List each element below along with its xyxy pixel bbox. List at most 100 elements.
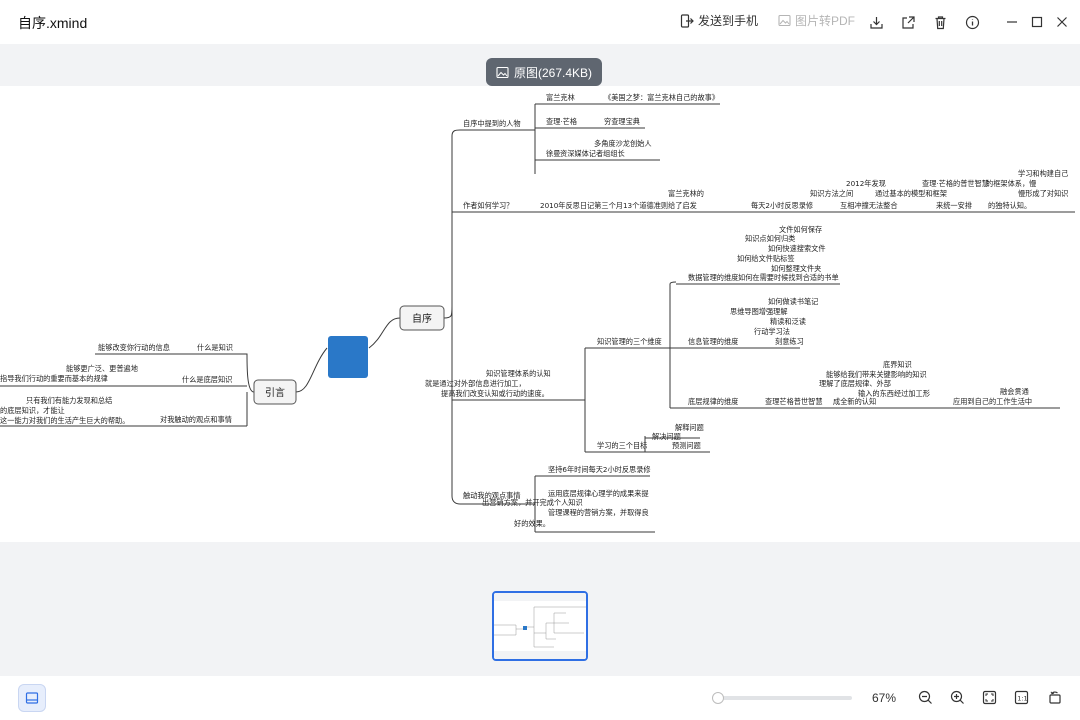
svg-text:富兰克林: 富兰克林	[546, 93, 575, 102]
svg-text:通过基本的模型和框架: 通过基本的模型和框架	[875, 189, 947, 198]
svg-text:查理·芒格: 查理·芒格	[546, 117, 578, 126]
fit-screen-icon	[982, 690, 996, 704]
svg-text:自序中提到的人物: 自序中提到的人物	[463, 119, 521, 128]
svg-text:学习的三个目标: 学习的三个目标	[597, 441, 647, 450]
info-button[interactable]	[962, 12, 982, 32]
download-icon	[869, 16, 883, 29]
svg-text:这一能力对我们的生活产生巨大的帮助。: 这一能力对我们的生活产生巨大的帮助。	[0, 416, 129, 425]
svg-text:知识管理的三个维度: 知识管理的三个维度	[597, 337, 662, 346]
bottom-bar: 67% 1:1	[0, 676, 1080, 720]
original-image-label: 原图(267.4KB)	[514, 65, 593, 80]
zoom-in-button[interactable]	[948, 688, 966, 706]
actual-size-button[interactable]: 1:1	[1012, 688, 1030, 706]
svg-text:来统一安排: 来统一安排	[936, 201, 972, 210]
svg-text:解释问题: 解释问题	[675, 423, 704, 432]
svg-text:就是通过对外部信息进行加工，: 就是通过对外部信息进行加工，	[425, 379, 526, 388]
minimize-button[interactable]	[1002, 12, 1022, 32]
center-image-node	[328, 336, 368, 378]
minimize-icon	[1007, 21, 1017, 23]
svg-text:如何给文件贴标签: 如何给文件贴标签	[737, 254, 795, 263]
maximize-button[interactable]	[1027, 12, 1047, 32]
delete-button[interactable]	[930, 12, 950, 32]
svg-text:应用到自己的工作生活中: 应用到自己的工作生活中	[953, 397, 1032, 406]
original-image-button[interactable]: 原图(267.4KB)	[486, 58, 603, 86]
send-to-phone-button[interactable]: 发送到手机	[680, 12, 758, 29]
trash-icon	[935, 15, 945, 29]
svg-text:知识方法之间: 知识方法之间	[810, 189, 853, 198]
svg-text:底界知识: 底界知识	[883, 360, 912, 369]
svg-text:能够改变你行动的信息: 能够改变你行动的信息	[98, 343, 170, 352]
thumbnail-panel-toggle-button[interactable]	[18, 684, 46, 712]
thumbnail-navigator[interactable]	[492, 591, 588, 661]
svg-text:指导我们行动的重要而基本的规律: 指导我们行动的重要而基本的规律	[0, 374, 108, 383]
thumbnail-image	[494, 593, 586, 659]
svg-text:穷查理宝典: 穷查理宝典	[604, 117, 640, 126]
svg-text:的独特认知。: 的独特认知。	[988, 201, 1031, 210]
svg-text:多角度沙龙创始人: 多角度沙龙创始人	[594, 139, 652, 148]
svg-text:的底层知识，才能让: 的底层知识，才能让	[0, 406, 65, 415]
svg-text:查理·芒格的普世智慧: 查理·芒格的普世智慧	[922, 179, 989, 188]
central-topic-text: 自序	[412, 312, 432, 325]
rotate-button[interactable]	[1046, 688, 1064, 706]
svg-text:如何在需要时候找到合适的书单: 如何在需要时候找到合适的书单	[738, 273, 839, 282]
zoom-out-button[interactable]	[916, 688, 934, 706]
svg-text:刻意练习: 刻意练习	[775, 337, 804, 346]
zoom-slider[interactable]	[711, 692, 852, 704]
svg-text:什么是知识: 什么是知识	[197, 343, 233, 352]
window-title: 自序.xmind	[18, 15, 88, 31]
zoom-out-icon	[918, 690, 932, 704]
svg-text:每天2小时反思录修: 每天2小时反思录修	[751, 201, 813, 210]
share-icon	[901, 15, 915, 29]
svg-text:成全新的认知: 成全新的认知	[833, 397, 876, 406]
fit-screen-button[interactable]	[980, 688, 998, 706]
svg-text:富兰克林的: 富兰克林的	[668, 189, 704, 198]
svg-text:什么是底层知识: 什么是底层知识	[182, 375, 232, 384]
svg-text:运用底层规律心理学的成果来提: 运用底层规律心理学的成果来提	[548, 489, 649, 498]
mindmap-image: 自序 引言 什么是知识 能够改变你行动的信息 什么是底层知识 能够更广泛、更普遍…	[0, 93, 1075, 533]
svg-text:查理芒格普世智慧: 查理芒格普世智慧	[765, 397, 823, 406]
thumbnail-panel-icon	[25, 692, 39, 704]
zoom-level-label: 67%	[872, 691, 897, 705]
svg-text:管理课程的营销方案，并取得良: 管理课程的营销方案，并取得良	[548, 508, 649, 517]
title-bar: 自序.xmind 发送到手机 图片转PDF	[0, 0, 1080, 44]
svg-text:1:1: 1:1	[1017, 694, 1027, 702]
svg-text:解决问题: 解决问题	[652, 432, 681, 441]
svg-text:数据管理的维度: 数据管理的维度	[688, 273, 738, 282]
svg-text:行动学习法: 行动学习法	[754, 327, 790, 336]
svg-text:理解了底层规律、外部: 理解了底层规律、外部	[819, 379, 891, 388]
preview-stage: 原图(267.4KB) 自序 引言 什么是知识 能够改变你行动的信息 什么是底层…	[0, 44, 1080, 676]
svg-text:提高我们改变认知或行动的速度。: 提高我们改变认知或行动的速度。	[441, 389, 549, 398]
svg-text:2012年发现: 2012年发现	[846, 179, 886, 188]
svg-text:慢形成了对知识: 慢形成了对知识	[1018, 189, 1068, 198]
svg-text:能够更广泛、更普遍地: 能够更广泛、更普遍地	[66, 364, 138, 373]
rotate-icon	[1048, 691, 1061, 704]
svg-text:徐曼: 徐曼	[546, 149, 560, 158]
svg-text:能够给我们带来关键影响的知识: 能够给我们带来关键影响的知识	[826, 370, 927, 379]
svg-text:的框架体系，慢: 的框架体系，慢	[986, 179, 1036, 188]
maximize-icon	[1031, 16, 1043, 28]
image-icon	[496, 66, 509, 78]
svg-text:知识管理体系的认知: 知识管理体系的认知	[486, 369, 551, 378]
close-button[interactable]	[1052, 12, 1072, 32]
download-button[interactable]	[866, 12, 886, 32]
svg-text:知识点如何归类: 知识点如何归类	[745, 234, 795, 243]
svg-text:对我触动的观点和事情: 对我触动的观点和事情	[160, 415, 232, 424]
svg-text:信息管理的维度: 信息管理的维度	[688, 337, 738, 346]
svg-text:如何快速搜索文件: 如何快速搜索文件	[768, 244, 826, 253]
image-to-pdf-button[interactable]: 图片转PDF	[778, 12, 855, 29]
send-to-phone-icon	[680, 13, 694, 28]
svg-text:作者如何学习？: 作者如何学习？	[463, 201, 513, 210]
svg-text:如何整理文件夹: 如何整理文件夹	[771, 264, 821, 273]
zoom-slider-handle[interactable]	[711, 692, 724, 704]
share-button[interactable]	[898, 12, 918, 32]
zoom-in-icon	[950, 690, 964, 704]
svg-text:出营销方案，并开完成个人知识: 出营销方案，并开完成个人知识	[482, 498, 583, 507]
svg-text:只有我们有能力发现和总结: 只有我们有能力发现和总结	[26, 396, 112, 405]
image-icon	[778, 14, 791, 27]
mindmap-canvas[interactable]: 自序 引言 什么是知识 能够改变你行动的信息 什么是底层知识 能够更广泛、更普遍…	[0, 86, 1080, 542]
close-icon	[1057, 17, 1067, 27]
intro-topic-text: 引言	[265, 386, 285, 399]
svg-text:好的效果。: 好的效果。	[514, 519, 550, 528]
svg-text:文件如何保存: 文件如何保存	[779, 225, 822, 234]
svg-text:2010年反思日记第三个月13个道德准则给了启发: 2010年反思日记第三个月13个道德准则给了启发	[540, 201, 697, 210]
